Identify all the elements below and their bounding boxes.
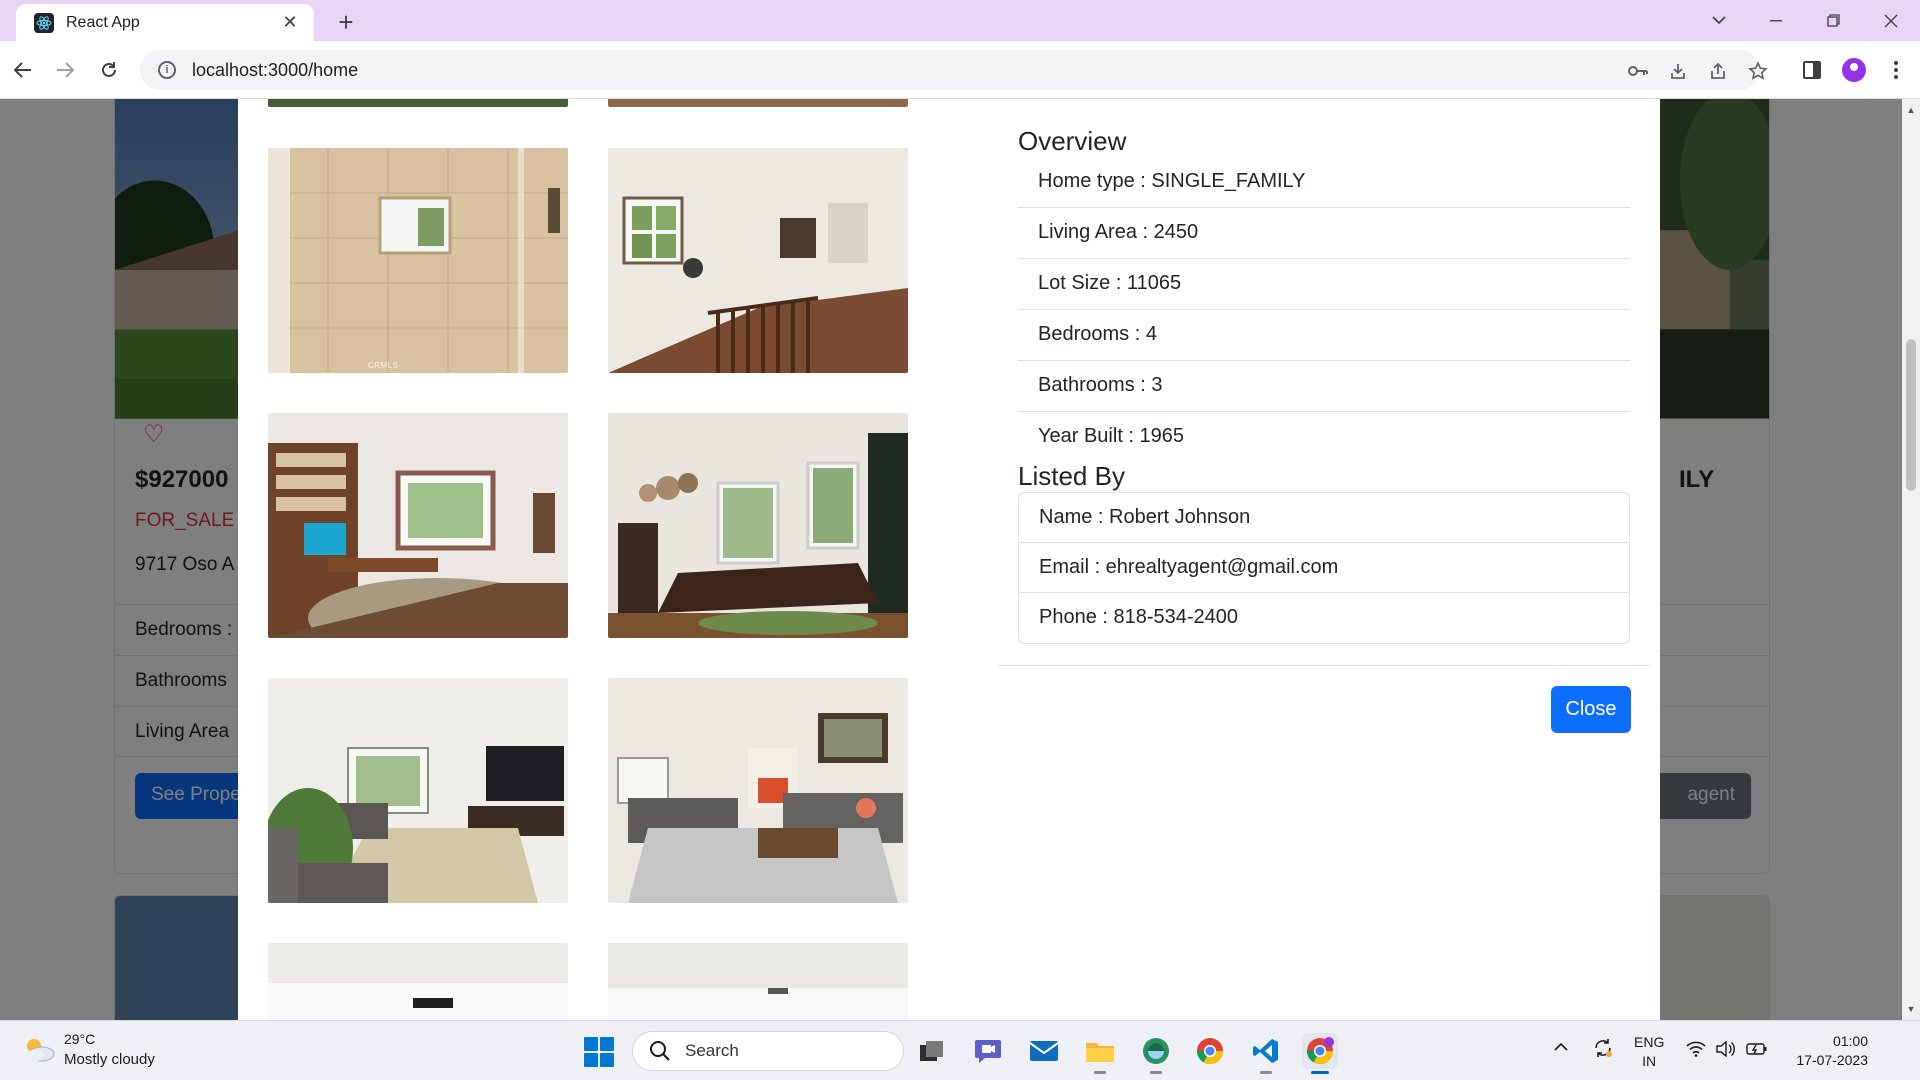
overview-home-type: Home type : SINGLE_FAMILY bbox=[1018, 157, 1630, 208]
listed-by-title: Listed By bbox=[1018, 461, 1125, 491]
edge-dev-icon[interactable] bbox=[1138, 1033, 1174, 1074]
react-icon bbox=[34, 12, 54, 33]
minimize-icon[interactable] bbox=[1747, 0, 1805, 41]
property-photo-thumb[interactable] bbox=[608, 148, 908, 373]
overview-living-area: Living Area : 2450 bbox=[1018, 208, 1630, 259]
photo-watermark: CRMLS bbox=[368, 361, 399, 370]
profile-avatar[interactable] bbox=[1842, 58, 1866, 82]
url-text: localhost:3000/home bbox=[192, 59, 359, 80]
battery-icon[interactable] bbox=[1746, 1041, 1768, 1062]
weather-temperature[interactable]: 29°C bbox=[64, 1031, 95, 1047]
listed-by-list: Name : Robert Johnson Email : ehrealtyag… bbox=[1018, 492, 1630, 644]
chrome-profile-icon[interactable] bbox=[1302, 1033, 1338, 1074]
page-scrollbar[interactable]: ▲ ▼ bbox=[1902, 99, 1920, 1020]
property-photo-thumb[interactable] bbox=[608, 413, 908, 638]
task-view-icon[interactable] bbox=[914, 1033, 950, 1069]
back-icon[interactable] bbox=[6, 53, 40, 87]
browser-tab[interactable]: React App ✕ bbox=[16, 4, 314, 41]
reload-icon[interactable] bbox=[92, 53, 126, 87]
property-photo-thumb[interactable] bbox=[268, 99, 568, 107]
search-icon bbox=[650, 1041, 670, 1061]
tab-close-icon[interactable]: ✕ bbox=[278, 12, 302, 33]
wifi-icon[interactable] bbox=[1686, 1041, 1706, 1062]
share-icon[interactable] bbox=[1707, 60, 1729, 82]
sync-icon[interactable] bbox=[1592, 1037, 1614, 1064]
overview-title: Overview bbox=[1018, 126, 1127, 156]
scroll-down-icon[interactable]: ▼ bbox=[1902, 1000, 1920, 1018]
teams-chat-icon[interactable] bbox=[970, 1033, 1006, 1069]
region-code: IN bbox=[1642, 1053, 1657, 1069]
property-photo-thumb[interactable]: CRMLS bbox=[268, 148, 568, 373]
property-photo-thumb[interactable] bbox=[268, 678, 568, 903]
browser-toolbar: i localhost:3000/home bbox=[0, 41, 1920, 99]
overview-bathrooms: Bathrooms : 3 bbox=[1018, 361, 1630, 412]
weather-description[interactable]: Mostly cloudy bbox=[64, 1051, 155, 1068]
property-photo-thumb[interactable] bbox=[268, 413, 568, 638]
file-explorer-icon[interactable] bbox=[1082, 1033, 1118, 1074]
modal-footer-divider bbox=[997, 665, 1650, 666]
agent-name: Name : Robert Johnson bbox=[1019, 493, 1629, 543]
property-photo-thumb[interactable] bbox=[608, 678, 908, 903]
browser-menu-icon[interactable] bbox=[1884, 58, 1908, 82]
agent-phone: Phone : 818-534-2400 bbox=[1039, 606, 1239, 628]
taskbar-search[interactable]: Search bbox=[632, 1031, 904, 1071]
side-panel-icon[interactable] bbox=[1800, 58, 1824, 82]
cloudy-weather-icon[interactable] bbox=[22, 1035, 56, 1063]
new-tab-icon[interactable]: + bbox=[328, 6, 364, 38]
forward-icon[interactable] bbox=[48, 53, 82, 87]
clock-time: 01:00 bbox=[1832, 1033, 1868, 1049]
close-window-icon[interactable] bbox=[1862, 0, 1920, 41]
restore-icon[interactable] bbox=[1804, 0, 1862, 41]
password-key-icon[interactable] bbox=[1627, 60, 1649, 82]
tab-search-icon[interactable] bbox=[1690, 0, 1748, 41]
scrollbar-thumb[interactable] bbox=[1906, 339, 1916, 491]
browser-tab-strip: React App ✕ + bbox=[0, 0, 1920, 41]
chrome-icon[interactable] bbox=[1192, 1033, 1228, 1069]
search-placeholder: Search bbox=[685, 1041, 739, 1060]
overview-year-built: Year Built : 1965 bbox=[1038, 425, 1185, 447]
close-button[interactable]: Close bbox=[1551, 686, 1631, 733]
overview-bedrooms: Bedrooms : 4 bbox=[1018, 310, 1630, 361]
site-info-icon[interactable]: i bbox=[158, 61, 176, 79]
windows-taskbar: 29°C Mostly cloudy Search ENG IN 01:00 1… bbox=[0, 1020, 1920, 1080]
system-clock[interactable]: 01:00 17-07-2023 bbox=[1784, 1032, 1868, 1070]
clock-date: 17-07-2023 bbox=[1796, 1052, 1868, 1068]
tab-title: React App bbox=[66, 13, 140, 31]
language-code: ENG bbox=[1634, 1034, 1665, 1050]
address-bar[interactable]: i localhost:3000/home bbox=[140, 50, 1768, 90]
mail-icon[interactable] bbox=[1026, 1033, 1062, 1069]
property-details-modal: CRMLS Overview Home type: SINGLE_FAMILY… bbox=[238, 99, 1660, 1020]
install-app-icon[interactable] bbox=[1667, 60, 1689, 82]
input-language[interactable]: ENG IN bbox=[1634, 1033, 1664, 1071]
vscode-icon[interactable] bbox=[1248, 1033, 1284, 1074]
property-photo-thumb[interactable] bbox=[608, 99, 908, 107]
show-hidden-icons-chevron-icon[interactable] bbox=[1554, 1039, 1568, 1057]
property-photo-thumb[interactable] bbox=[268, 943, 568, 1020]
agent-email: Email : ehrealtyagent@gmail.com bbox=[1019, 543, 1629, 593]
windows-start-icon[interactable] bbox=[584, 1037, 614, 1067]
scroll-up-icon[interactable]: ▲ bbox=[1902, 101, 1920, 119]
volume-icon[interactable] bbox=[1716, 1040, 1736, 1062]
overview-lot-size: Lot Size : 11065 bbox=[1018, 259, 1630, 310]
property-photo-thumb[interactable] bbox=[608, 943, 908, 1020]
bookmark-star-icon[interactable] bbox=[1747, 60, 1769, 82]
